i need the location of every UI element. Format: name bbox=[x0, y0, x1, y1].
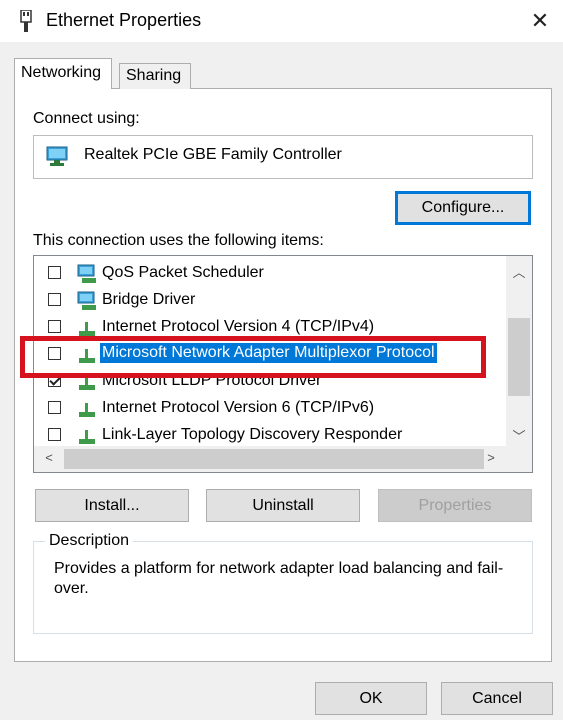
scroll-up-icon[interactable]: ︿ bbox=[506, 262, 532, 281]
list-item[interactable]: QoS Packet Scheduler bbox=[34, 261, 505, 287]
item-checkbox[interactable] bbox=[48, 293, 61, 306]
adapter-field: Realtek PCIe GBE Family Controller bbox=[33, 135, 533, 179]
item-label: Bridge Driver bbox=[102, 291, 196, 308]
item-label: Link-Layer Topology Discovery Responder bbox=[102, 426, 403, 443]
item-label: Microsoft LLDP Protocol Driver bbox=[102, 372, 322, 389]
connect-using-label: Connect using: bbox=[33, 110, 140, 127]
item-label: Internet Protocol Version 4 (TCP/IPv4) bbox=[102, 318, 375, 335]
close-icon: ✕ bbox=[530, 8, 550, 33]
list-item[interactable]: Internet Protocol Version 4 (TCP/IPv4) bbox=[34, 315, 505, 341]
title-bar: Ethernet Properties ✕ bbox=[0, 0, 563, 42]
ok-button[interactable]: OK bbox=[315, 682, 427, 715]
scrollbar-thumb[interactable] bbox=[508, 318, 530, 396]
item-label: Microsoft Network Adapter Multiplexor Pr… bbox=[100, 343, 437, 363]
item-checkbox[interactable] bbox=[48, 320, 61, 333]
list-item-selected[interactable]: Microsoft Network Adapter Multiplexor Pr… bbox=[34, 342, 505, 368]
install-button[interactable]: Install... bbox=[35, 489, 189, 522]
list-item[interactable]: Bridge Driver bbox=[34, 288, 505, 314]
ethernet-icon bbox=[20, 10, 32, 32]
scroll-down-icon[interactable]: ﹀ bbox=[506, 426, 532, 445]
network-adapter-icon bbox=[46, 146, 68, 166]
item-label: QoS Packet Scheduler bbox=[102, 264, 264, 281]
tab-networking[interactable]: Networking bbox=[14, 58, 112, 89]
item-checkbox[interactable] bbox=[48, 347, 61, 360]
item-checkbox[interactable] bbox=[48, 266, 61, 279]
protocol-icon bbox=[79, 430, 95, 444]
uninstall-button[interactable]: Uninstall bbox=[206, 489, 360, 522]
properties-button: Properties bbox=[378, 489, 532, 522]
description-legend: Description bbox=[45, 532, 134, 550]
protocol-icon bbox=[79, 322, 95, 336]
configure-button[interactable]: Configure... bbox=[395, 191, 531, 225]
close-button[interactable]: ✕ bbox=[517, 0, 563, 42]
scrollbar-thumb[interactable] bbox=[64, 449, 484, 469]
list-item[interactable]: Microsoft LLDP Protocol Driver bbox=[34, 369, 505, 395]
items-label: This connection uses the following items… bbox=[33, 232, 324, 249]
scroll-right-icon[interactable]: > bbox=[478, 450, 504, 465]
items-list: QoS Packet Scheduler Bridge Driver Inter… bbox=[33, 255, 533, 473]
item-label: Internet Protocol Version 6 (TCP/IPv6) bbox=[102, 399, 375, 416]
item-checkbox[interactable] bbox=[48, 428, 61, 441]
network-service-icon bbox=[77, 291, 96, 310]
item-checkbox[interactable] bbox=[48, 401, 61, 414]
scroll-left-icon[interactable]: < bbox=[36, 450, 62, 465]
protocol-icon bbox=[79, 403, 95, 417]
network-service-icon bbox=[77, 264, 96, 283]
item-checkbox[interactable] bbox=[48, 374, 61, 387]
horizontal-scrollbar[interactable]: < > bbox=[34, 446, 532, 472]
protocol-icon bbox=[79, 349, 95, 363]
list-item[interactable]: Internet Protocol Version 6 (TCP/IPv6) bbox=[34, 396, 505, 422]
description-text: Provides a platform for network adapter … bbox=[54, 560, 504, 597]
protocol-icon bbox=[79, 376, 95, 390]
vertical-scrollbar[interactable]: ︿ ﹀ bbox=[506, 256, 532, 446]
tab-sharing[interactable]: Sharing bbox=[119, 63, 191, 89]
window-title: Ethernet Properties bbox=[46, 10, 202, 30]
cancel-button[interactable]: Cancel bbox=[441, 682, 553, 715]
adapter-name: Realtek PCIe GBE Family Controller bbox=[84, 146, 342, 163]
